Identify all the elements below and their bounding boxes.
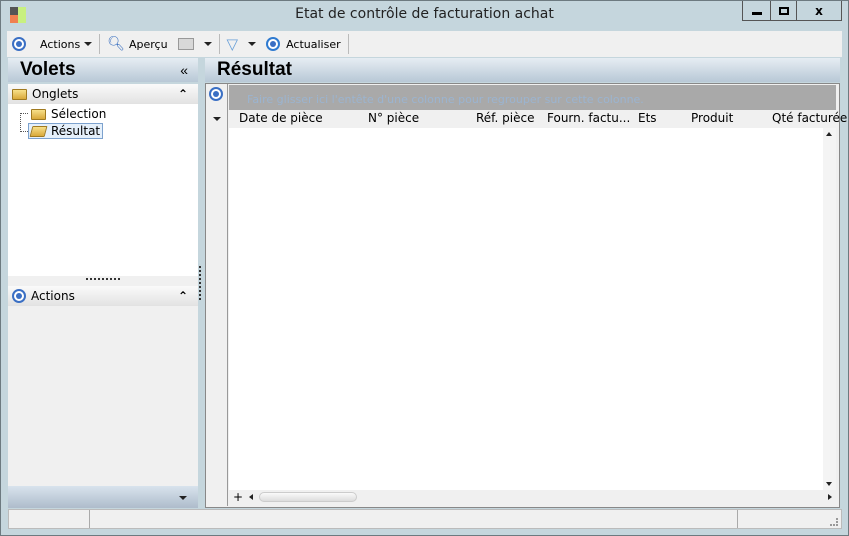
panes-header: Volets «: [8, 58, 198, 82]
chevron-up-icon[interactable]: ⌃: [178, 87, 188, 101]
scroll-thumb[interactable]: [259, 492, 357, 502]
refresh-icon: [266, 37, 281, 51]
collapse-pane-button[interactable]: «: [180, 62, 188, 78]
actions-menu-button[interactable]: Actions: [7, 33, 97, 55]
minimize-button[interactable]: [742, 1, 771, 21]
vertical-scrollbar[interactable]: [823, 128, 836, 490]
printer-icon: [177, 38, 194, 50]
chevron-up-icon[interactable]: ⌃: [178, 289, 188, 303]
column-header-supplier[interactable]: Fourn. factu...: [547, 111, 630, 125]
column-headers: Date de pièce N° pièce Réf. pièce Fourn.…: [229, 111, 847, 128]
scroll-down-icon[interactable]: [826, 482, 832, 486]
separator: [218, 34, 220, 54]
refresh-button[interactable]: Actualiser: [261, 33, 346, 55]
scroll-up-icon[interactable]: [826, 132, 832, 136]
scroll-right-icon[interactable]: [828, 494, 832, 500]
column-header-reference[interactable]: Réf. pièce: [476, 111, 534, 125]
resize-grip-icon[interactable]: [830, 518, 838, 526]
scroll-left-icon[interactable]: [249, 494, 253, 500]
actions-group-header[interactable]: Actions ⌃: [8, 286, 198, 306]
magnifier-icon: 🔍︎: [107, 36, 125, 52]
row-indicator-column: [206, 84, 228, 506]
filter-button[interactable]: ▽: [222, 33, 262, 55]
separator: [99, 34, 101, 54]
status-divider: [737, 510, 738, 528]
column-header-product[interactable]: Produit: [691, 111, 733, 125]
chevron-down-icon: [248, 42, 257, 46]
grid-body: [229, 128, 823, 490]
actions-icon: [12, 37, 26, 51]
tabs-tree: Sélection Résultat: [8, 104, 198, 276]
status-bar: [8, 509, 842, 529]
preview-button[interactable]: 🔍︎ Aperçu: [102, 33, 172, 55]
column-header-qty[interactable]: Qté facturée: [772, 111, 847, 125]
vertical-splitter[interactable]: [199, 266, 201, 300]
grid-options-icon[interactable]: [209, 87, 223, 101]
result-header: Résultat: [205, 58, 840, 82]
column-chooser-icon[interactable]: [213, 117, 221, 121]
window-title: Etat de contrôle de facturation achat: [295, 6, 554, 22]
folder-icon: [12, 88, 27, 100]
tree-item-result[interactable]: Résultat: [28, 123, 104, 139]
actions-icon: [12, 289, 26, 303]
pane-footer: [8, 486, 198, 508]
add-row-button[interactable]: +: [233, 490, 243, 504]
folder-icon: [31, 108, 46, 120]
horizontal-scrollbar[interactable]: +: [229, 490, 836, 505]
column-header-ets[interactable]: Ets: [638, 111, 657, 125]
chevron-down-icon: [84, 42, 93, 46]
column-header-number[interactable]: N° pièce: [368, 111, 419, 125]
actions-panel: [8, 306, 198, 486]
filter-icon: ▽: [226, 35, 239, 53]
separator: [347, 34, 349, 54]
pane-splitter[interactable]: [8, 276, 198, 286]
open-folder-icon: [29, 125, 48, 137]
tabs-group-header[interactable]: Onglets ⌃: [8, 84, 198, 104]
tree-item-selection[interactable]: Sélection: [29, 106, 108, 122]
chevron-down-icon[interactable]: [179, 496, 187, 500]
print-button[interactable]: [173, 33, 217, 55]
status-divider: [89, 510, 90, 528]
group-by-panel[interactable]: Faire glisser ici l'entête d'une colonne…: [229, 85, 836, 110]
maximize-button[interactable]: [770, 1, 797, 21]
toolbar: Actions 🔍︎ Aperçu ▽ Actualiser: [7, 31, 842, 57]
close-button[interactable]: x: [796, 1, 842, 21]
chevron-down-icon: [203, 42, 212, 46]
column-header-date[interactable]: Date de pièce: [239, 111, 323, 125]
